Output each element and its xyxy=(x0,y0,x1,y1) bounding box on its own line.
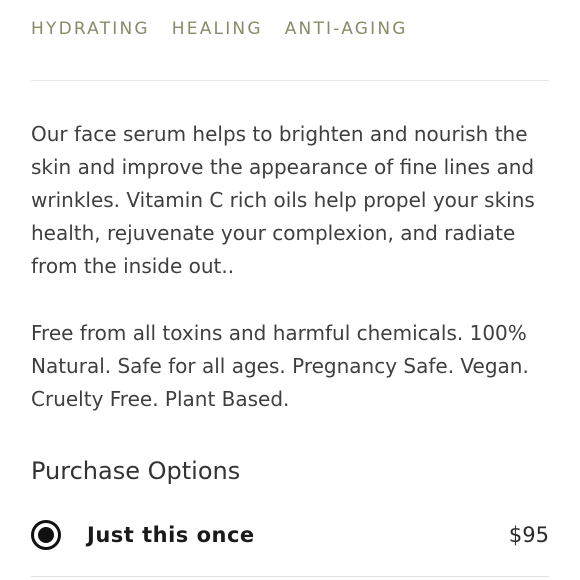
benefit-tags: HYDRATING HEALING ANTI-AGING xyxy=(31,19,430,39)
radio-dot xyxy=(38,527,54,543)
product-description: Our face serum helps to brighten and nou… xyxy=(31,122,535,278)
product-attributes: Free from all toxins and harmful chemica… xyxy=(31,321,529,411)
purchase-option-label: Just this once xyxy=(87,523,255,547)
purchase-option-price: $95 xyxy=(508,523,549,547)
divider xyxy=(31,576,549,577)
divider xyxy=(31,80,549,81)
tag-anti-aging: ANTI-AGING xyxy=(284,19,408,39)
radio-selected-icon[interactable] xyxy=(31,520,61,550)
purchase-options-title: Purchase Options xyxy=(31,457,241,485)
tag-hydrating: HYDRATING xyxy=(31,19,150,39)
tag-healing: HEALING xyxy=(171,19,263,39)
purchase-option-one-time[interactable]: Just this once $95 xyxy=(31,513,549,557)
